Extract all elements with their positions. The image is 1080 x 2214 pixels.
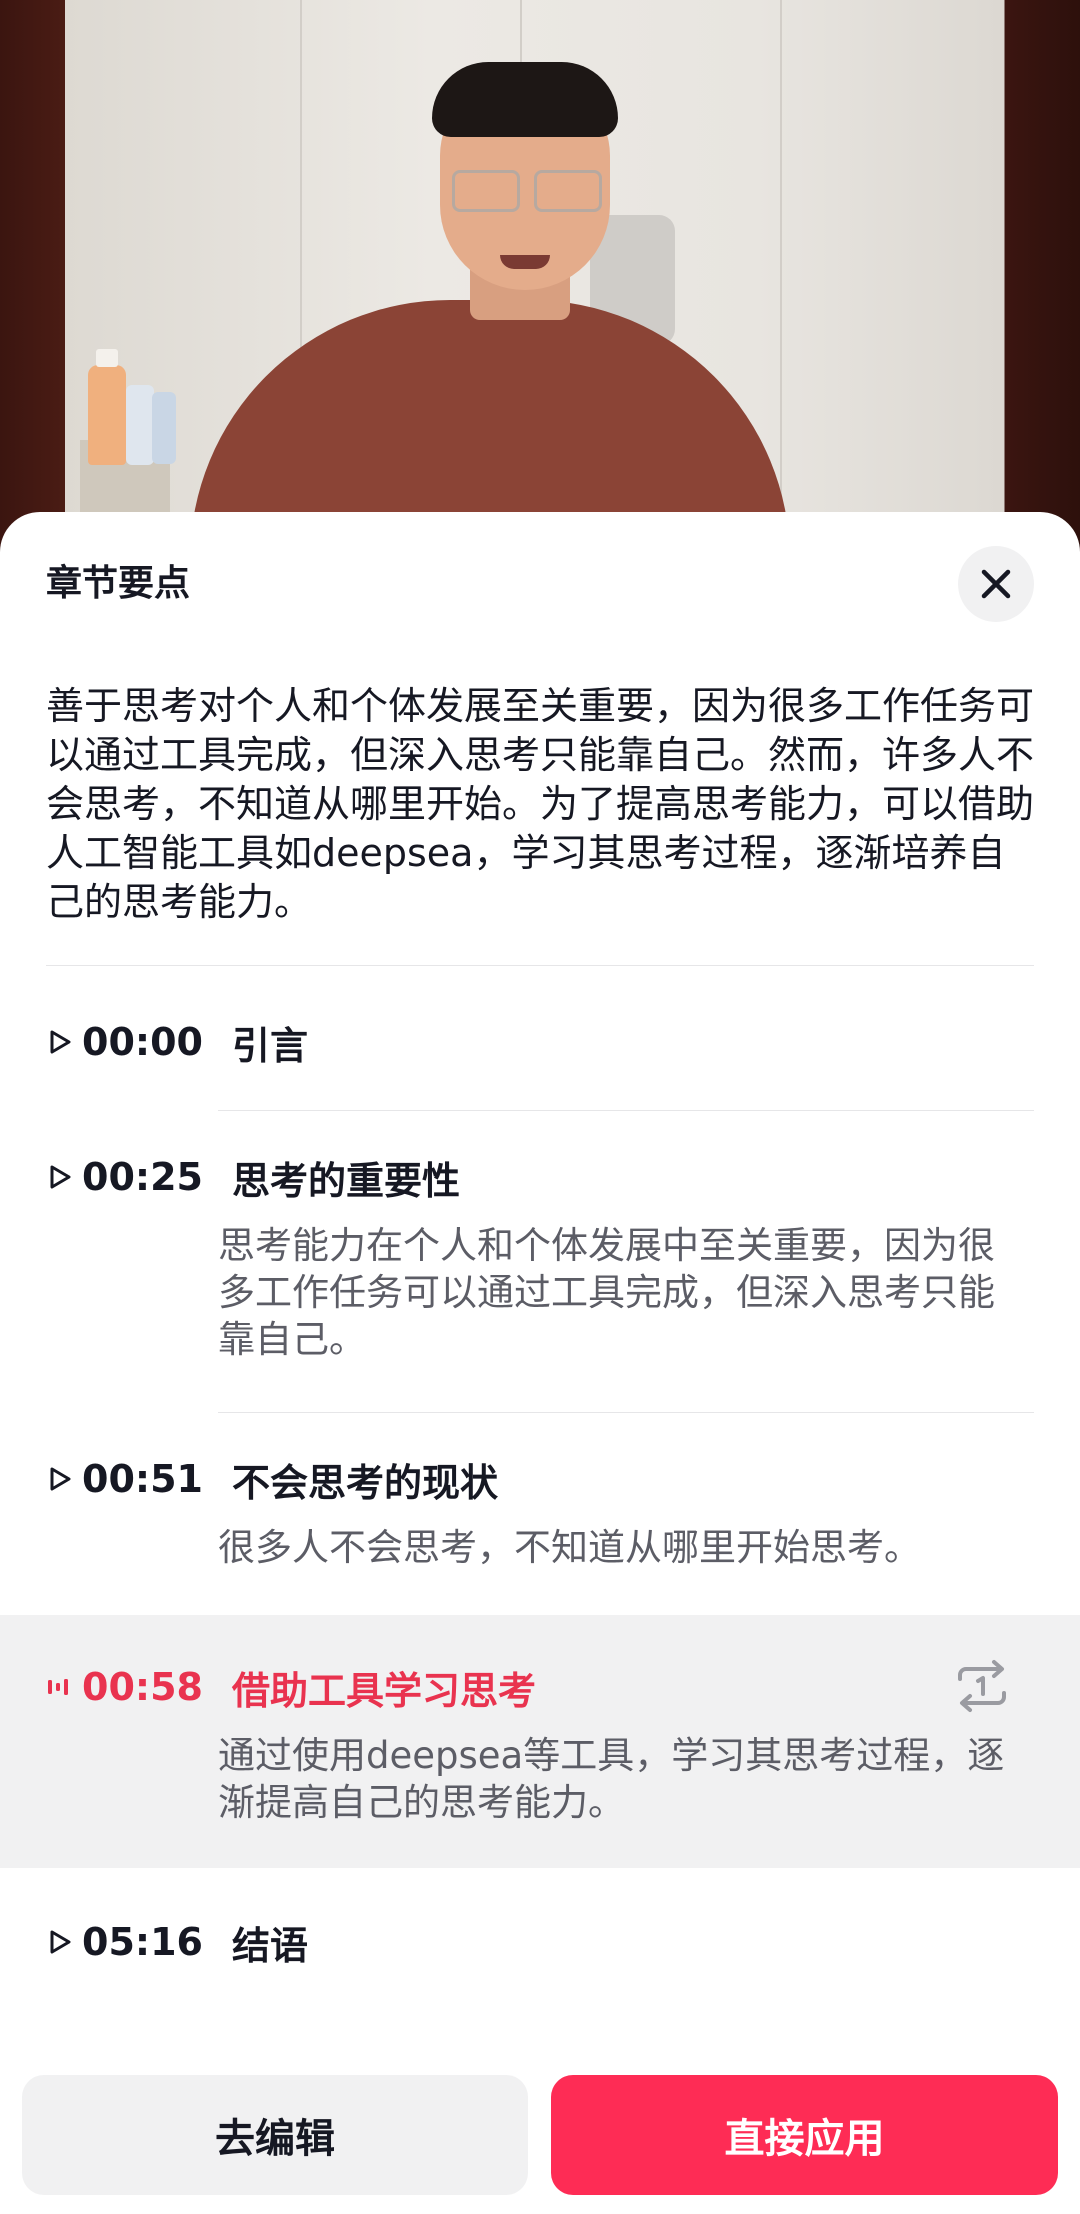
chapter-description: 思考能力在个人和个体发展中至关重要，因为很多工作任务可以通过工具完成，但深入思考… — [218, 1224, 995, 1361]
chapter-time: 05:16 — [82, 1920, 203, 1964]
divider — [218, 1412, 1034, 1413]
chapter-item[interactable]: 00:00 引言 — [0, 1012, 1080, 1142]
play-icon — [50, 1467, 71, 1491]
edit-button[interactable]: 去编辑 — [22, 2075, 528, 2195]
divider — [218, 1110, 1034, 1111]
close-button[interactable] — [958, 546, 1034, 622]
chapter-title: 引言 — [232, 1023, 309, 1068]
apply-button[interactable]: 直接应用 — [551, 2075, 1058, 2195]
chapter-title: 思考的重要性 — [232, 1158, 461, 1203]
chapter-sheet: 章节要点 善于思考对个人和个体发展至关重要，因为很多工作任务可以通过工具完成，但… — [0, 512, 1080, 2214]
chapter-time: 00:51 — [82, 1457, 203, 1501]
chapter-time: 00:58 — [82, 1665, 203, 1709]
chapter-time: 00:00 — [82, 1020, 203, 1064]
chapter-item[interactable]: 00:51 不会思考的现状 很多人不会思考，不知道从哪里开始思考。 — [0, 1449, 1080, 1609]
chapter-item[interactable]: 05:16 结语 — [0, 1912, 1080, 2012]
sheet-title: 章节要点 — [46, 563, 191, 604]
play-icon — [50, 1930, 71, 1954]
divider — [46, 965, 1034, 966]
play-icon — [50, 1165, 71, 1189]
chapter-title: 结语 — [232, 1923, 309, 1968]
chapter-summary: 善于思考对个人和个体发展至关重要，因为很多工作任务可以通过工具完成，但深入思考只… — [46, 684, 1035, 924]
chapter-title: 借助工具学习思考 — [232, 1668, 537, 1713]
chapter-item-active[interactable]: 00:58 借助工具学习思考 通过使用deepsea等工具，学习其思考过程，逐渐… — [0, 1615, 1080, 1868]
close-icon — [981, 569, 1011, 599]
chapter-time: 00:25 — [82, 1155, 203, 1199]
chapter-item[interactable]: 00:25 思考的重要性 思考能力在个人和个体发展中至关重要，因为很多工作任务可… — [0, 1147, 1080, 1417]
playing-bars-icon — [48, 1679, 68, 1695]
repeat-once-icon[interactable] — [952, 1659, 1012, 1713]
video-frame[interactable] — [0, 0, 1080, 560]
chapter-description: 通过使用deepsea等工具，学习其思考过程，逐渐提高自己的思考能力。 — [218, 1734, 1005, 1824]
play-icon — [50, 1030, 71, 1054]
chapter-description: 很多人不会思考，不知道从哪里开始思考。 — [218, 1526, 921, 1569]
chapter-title: 不会思考的现状 — [232, 1460, 499, 1505]
